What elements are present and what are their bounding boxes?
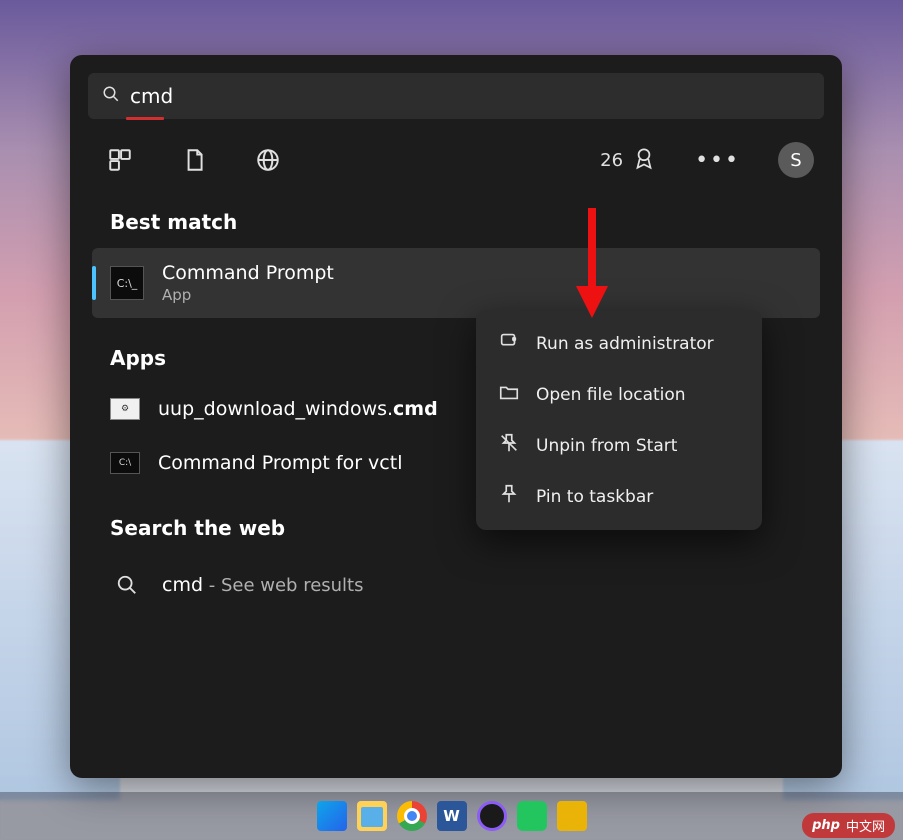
watermark-brand: php bbox=[812, 818, 840, 833]
rewards-medal-icon bbox=[631, 145, 657, 176]
menu-label: Pin to taskbar bbox=[536, 487, 653, 507]
taskbar-app-icon[interactable] bbox=[477, 801, 507, 831]
section-best-match-title: Best match bbox=[110, 210, 824, 234]
filter-web-icon[interactable] bbox=[246, 138, 290, 182]
filter-apps-icon[interactable] bbox=[98, 138, 142, 182]
app-result-prefix: uup_download_windows. bbox=[158, 398, 393, 420]
profile-initial: S bbox=[790, 150, 801, 171]
web-result[interactable]: cmd - See web results bbox=[92, 554, 820, 616]
batch-file-icon: ⚙ bbox=[110, 398, 140, 420]
menu-label: Open file location bbox=[536, 385, 686, 405]
taskbar-app-icon[interactable] bbox=[517, 801, 547, 831]
menu-label: Run as administrator bbox=[536, 334, 714, 354]
filter-documents-icon[interactable] bbox=[172, 138, 216, 182]
web-result-suffix: - See web results bbox=[203, 575, 363, 596]
taskbar-word-icon[interactable]: W bbox=[437, 801, 467, 831]
menu-label: Unpin from Start bbox=[536, 436, 677, 456]
best-match-result[interactable]: C:\_ Command Prompt App bbox=[92, 248, 820, 318]
watermark: php 中文网 bbox=[802, 813, 895, 838]
search-input[interactable] bbox=[130, 84, 810, 108]
unpin-icon bbox=[498, 432, 520, 459]
taskbar: W bbox=[0, 792, 903, 840]
rewards-points[interactable]: 26 bbox=[600, 145, 657, 176]
menu-open-file-location[interactable]: Open file location bbox=[484, 369, 754, 420]
best-match-title: Command Prompt bbox=[162, 262, 334, 284]
menu-unpin-from-start[interactable]: Unpin from Start bbox=[484, 420, 754, 471]
taskbar-explorer-icon[interactable] bbox=[357, 801, 387, 831]
web-result-term: cmd bbox=[162, 574, 203, 596]
command-prompt-icon: C:\ bbox=[110, 452, 140, 474]
taskbar-app-icon[interactable] bbox=[557, 801, 587, 831]
app-result-match: cmd bbox=[393, 398, 438, 420]
shield-icon bbox=[498, 330, 520, 357]
pin-icon bbox=[498, 483, 520, 510]
menu-pin-to-taskbar[interactable]: Pin to taskbar bbox=[484, 471, 754, 522]
search-icon bbox=[102, 85, 120, 107]
search-box[interactable] bbox=[88, 73, 824, 119]
profile-avatar[interactable]: S bbox=[778, 142, 814, 178]
folder-icon bbox=[498, 381, 520, 408]
best-match-subtitle: App bbox=[162, 286, 334, 304]
search-icon bbox=[110, 568, 144, 602]
app-result-prefix: Command Prompt for vctl bbox=[158, 452, 402, 474]
start-button[interactable] bbox=[317, 801, 347, 831]
watermark-text: 中文网 bbox=[846, 816, 885, 835]
filter-row: 26 ••• S bbox=[88, 120, 824, 182]
menu-run-as-administrator[interactable]: Run as administrator bbox=[484, 318, 754, 369]
more-options-icon[interactable]: ••• bbox=[687, 148, 748, 173]
command-prompt-icon: C:\_ bbox=[110, 266, 144, 300]
context-menu: Run as administrator Open file location … bbox=[476, 310, 762, 530]
taskbar-chrome-icon[interactable] bbox=[397, 801, 427, 831]
rewards-points-value: 26 bbox=[600, 150, 623, 171]
